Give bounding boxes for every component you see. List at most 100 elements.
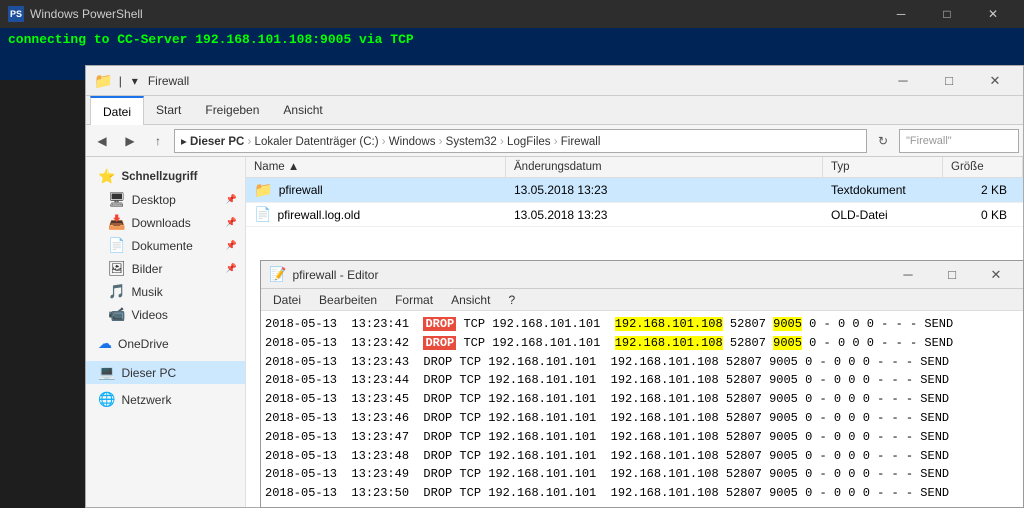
forward-button[interactable]: ▶ [118,129,142,153]
sidebar-item-downloads[interactable]: 📥 Downloads 📌 [86,211,245,234]
file-name-pfirewall: 📁 pfirewall [246,178,506,202]
log-line-9: 2018-05-13 13:23:49 DROP TCP 192.168.101… [265,465,1019,484]
maximize-button[interactable]: □ [924,0,970,28]
folder-icon: 📁 [254,181,273,199]
sidebar-item-desktop[interactable]: 🖥 Desktop 📌 [86,188,245,211]
menu-ansicht[interactable]: Ansicht [443,293,498,307]
tab-datei[interactable]: Datei [90,96,144,125]
sidebar-label-videos: Videos [131,308,167,322]
explorer-maximize[interactable]: □ [929,67,969,95]
documents-icon: 📄 [108,237,125,254]
notepad-titlebar: 📝 pfirewall - Editor ─ □ ✕ [261,261,1023,289]
notepad-content[interactable]: 2018-05-13 13:23:41 DROP TCP 192.168.101… [261,311,1023,507]
col-name: Name ▲ [246,157,506,177]
sidebar-item-dokumente[interactable]: 📄 Dokumente 📌 [86,234,245,257]
this-pc-icon: 💻 [98,364,115,381]
explorer-close[interactable]: ✕ [975,67,1015,95]
filename-text-pfirewall: pfirewall [279,183,323,197]
file-size-pfirewall: 2 KB [943,178,1023,202]
log-prefix-1: 2018-05-13 13:23:41 [265,317,423,331]
explorer-titlebar: 📁 | ▾ Firewall ─ □ ✕ [86,66,1023,96]
sidebar-item-dieser-pc[interactable]: 💻 Dieser PC [86,361,245,384]
log-line-4: 2018-05-13 13:23:44 DROP TCP 192.168.101… [265,371,1019,390]
address-path[interactable]: ▸ Dieser PC › Lokaler Datenträger (C:) ›… [174,129,867,153]
file-type-old: OLD-Datei [823,203,943,226]
log-line-5: 2018-05-13 13:23:45 DROP TCP 192.168.101… [265,390,1019,409]
file-date-old: 13.05.2018 13:23 [506,203,823,226]
sidebar-item-bilder[interactable]: 🖼 Bilder 📌 [86,257,245,280]
drop-badge-2: DROP [423,336,456,350]
notepad-maximize[interactable]: □ [933,262,971,288]
notepad-menu: Datei Bearbeiten Format Ansicht ? [261,289,1023,311]
tab-freigeben[interactable]: Freigeben [193,96,271,124]
tab-start[interactable]: Start [144,96,193,124]
file-list-header: Name ▲ Änderungsdatum Typ Größe [246,157,1023,178]
file-icon-old: 📄 [254,206,271,223]
sidebar-label-onedrive: OneDrive [118,337,169,351]
log-port-pre-2: 52807 [723,336,773,350]
log-suffix-1: 0 - 0 0 0 - - - SEND [802,317,953,331]
log-suffix-2: 0 - 0 0 0 - - - SEND [802,336,953,350]
menu-bearbeiten[interactable]: Bearbeiten [311,293,385,307]
up-button[interactable]: ↑ [146,129,170,153]
search-box[interactable]: "Firewall" [899,129,1019,153]
pin-icon-dokumente: 📌 [226,240,237,251]
onedrive-icon: ☁ [98,335,112,352]
sidebar-item-musik[interactable]: 🎵 Musik [86,280,245,303]
explorer-minimize[interactable]: ─ [883,67,923,95]
notepad-title: pfirewall - Editor [292,268,883,282]
refresh-button[interactable]: ↻ [871,129,895,153]
minimize-button[interactable]: ─ [878,0,924,28]
sidebar-item-schnellzugriff: ⭐ Schnellzugriff [86,165,245,188]
powershell-content: connecting to CC-Server 192.168.101.108:… [0,28,1024,51]
file-row-pfirewall[interactable]: 📁 pfirewall 13.05.2018 13:23 Textdokumen… [246,178,1023,203]
sidebar: ⭐ Schnellzugriff 🖥 Desktop 📌 📥 Downloads… [86,157,246,507]
notepad-close[interactable]: ✕ [977,262,1015,288]
log-line-1: 2018-05-13 13:23:41 DROP TCP 192.168.101… [265,315,1019,334]
address-bar: ◀ ▶ ↑ ▸ Dieser PC › Lokaler Datenträger … [86,125,1023,157]
sidebar-label-musik: Musik [131,285,162,299]
log-line-2: 2018-05-13 13:23:42 DROP TCP 192.168.101… [265,334,1019,353]
close-button[interactable]: ✕ [970,0,1016,28]
sidebar-label-desktop: Desktop [132,193,176,207]
tab-ansicht[interactable]: Ansicht [271,96,334,124]
notepad-minimize[interactable]: ─ [889,262,927,288]
desktop-icon: 🖥 [108,191,126,208]
col-date: Änderungsdatum [506,157,823,177]
log-line-8: 2018-05-13 13:23:48 DROP TCP 192.168.101… [265,447,1019,466]
ribbon: Datei Start Freigeben Ansicht [86,96,1023,125]
pin-icon-downloads: 📌 [226,217,237,228]
file-type-pfirewall: Textdokument [823,178,943,202]
star-icon: ⭐ [98,168,115,185]
sidebar-label-schnellzugriff: Schnellzugriff [121,171,197,183]
sidebar-item-videos[interactable]: 📹 Videos [86,303,245,326]
log-port-pre-1: 52807 [723,317,773,331]
videos-icon: 📹 [108,306,125,323]
sidebar-item-netzwerk[interactable]: 🌐 Netzwerk [86,388,245,411]
powershell-icon: PS [8,6,24,22]
music-icon: 🎵 [108,283,125,300]
back-button[interactable]: ◀ [90,129,114,153]
log-line-10: 2018-05-13 13:23:50 DROP TCP 192.168.101… [265,484,1019,503]
sidebar-label-dieser-pc: Dieser PC [121,366,176,380]
highlight-ip-2: 192.168.101.108 [615,336,723,350]
search-placeholder: "Firewall" [906,135,952,147]
explorer-title: | ▾ Firewall [119,74,877,88]
network-icon: 🌐 [98,391,115,408]
downloads-icon: 📥 [108,214,125,231]
log-line-3: 2018-05-13 13:23:43 DROP TCP 192.168.101… [265,353,1019,372]
sidebar-item-onedrive[interactable]: ☁ OneDrive [86,332,245,355]
menu-datei[interactable]: Datei [265,293,309,307]
menu-format[interactable]: Format [387,293,441,307]
file-row-pfirewall-old[interactable]: 📄 pfirewall.log.old 13.05.2018 13:23 OLD… [246,203,1023,227]
highlight-port-2: 9005 [773,336,802,350]
pin-icon-bilder: 📌 [226,263,237,274]
path-text: ▸ Dieser PC › Lokaler Datenträger (C:) ›… [181,134,600,148]
drop-badge-1: DROP [423,317,456,331]
menu-help[interactable]: ? [500,293,523,307]
filename-text-old: pfirewall.log.old [277,208,360,222]
sidebar-label-downloads: Downloads [131,216,190,230]
log-line-7: 2018-05-13 13:23:47 DROP TCP 192.168.101… [265,428,1019,447]
sidebar-label-dokumente: Dokumente [131,239,192,253]
file-size-old: 0 KB [943,203,1023,226]
